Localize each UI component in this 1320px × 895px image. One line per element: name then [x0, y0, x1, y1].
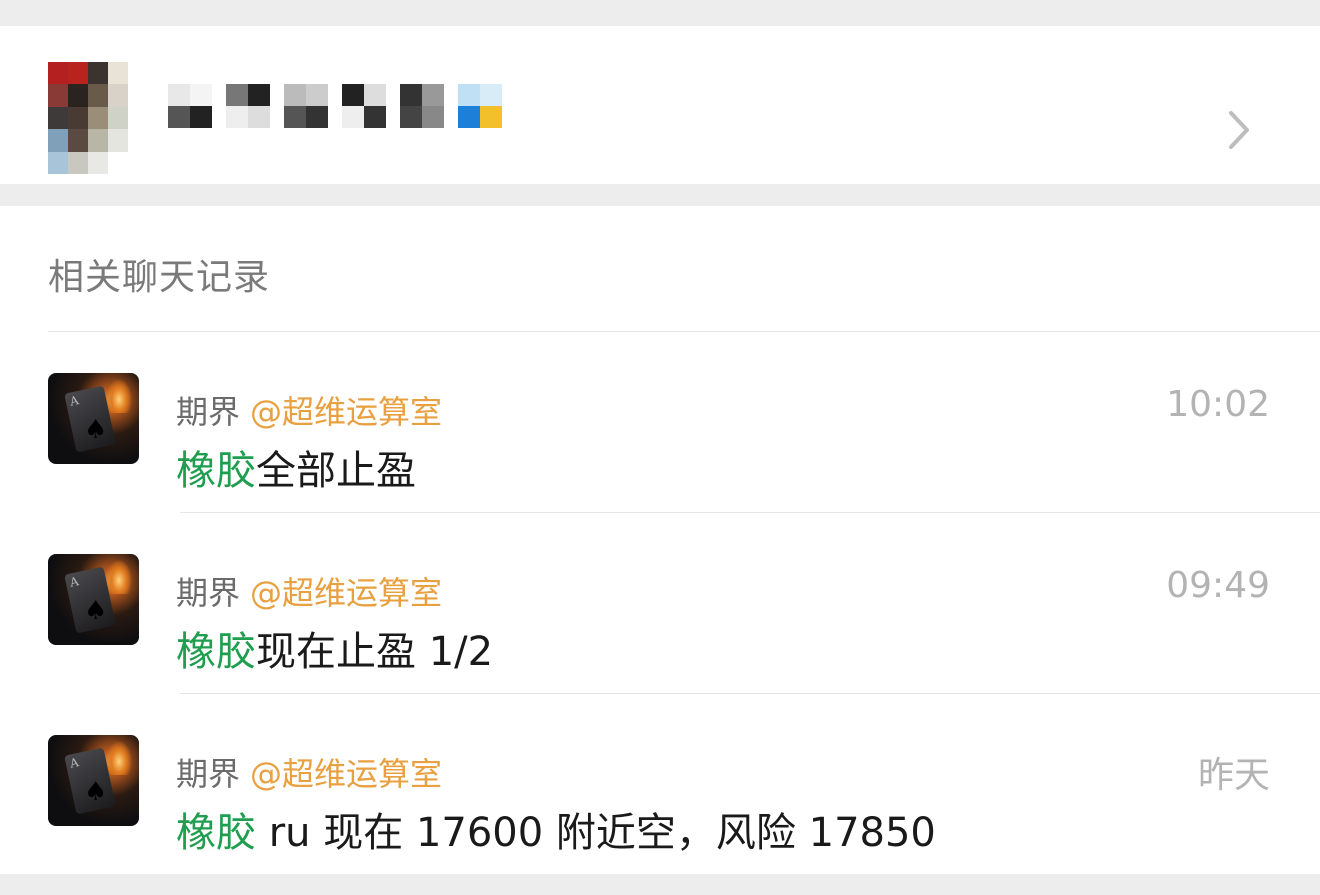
message-content: ru 现在 17600 附近空，风险 17850 [256, 810, 936, 856]
message-sender: 期界 @超维运算室 [176, 387, 442, 433]
message-text: 橡胶 ru 现在 17600 附近空，风险 17850 [176, 800, 936, 858]
chat-record-item[interactable]: ♠ 期界@超维运算室 09:49 橡胶现在止盈 1/2 [0, 513, 1320, 694]
message-sender: 期界 @超维运算室 [176, 568, 442, 614]
group-avatar [48, 62, 148, 174]
mention: @超维运算室 [250, 574, 443, 612]
group-name-redacted [168, 84, 502, 128]
avatar: ♠ [48, 554, 139, 645]
message-time: 昨天 [1197, 755, 1270, 796]
message-sender: 期界 @超维运算室 [176, 749, 442, 795]
message-content: 全部止盈 [256, 448, 416, 494]
avatar: ♠ [48, 373, 139, 464]
chevron-right-icon [1229, 111, 1249, 149]
highlighted-keyword: 橡胶 [176, 448, 256, 494]
chat-record-item[interactable]: ♠ 期界@超维运算室 10:02 橡胶全部止盈 [0, 332, 1320, 513]
avatar: ♠ [48, 735, 139, 826]
mention: @超维运算室 [250, 755, 443, 793]
message-text: 橡胶全部止盈 [176, 438, 416, 496]
message-content: 现在止盈 1/2 [256, 629, 494, 675]
related-chat-records: 相关聊天记录 ♠ 期界@超维运算室 10:02 橡胶全部止盈 ♠ 期界@超维运算… [0, 206, 1320, 874]
message-text: 橡胶现在止盈 1/2 [176, 619, 493, 677]
sender-name: 期界 [176, 393, 241, 431]
mention: @超维运算室 [250, 393, 443, 431]
sender-name: 期界 [176, 755, 241, 793]
highlighted-keyword: 橡胶 [176, 810, 256, 856]
message-time: 10:02 [1166, 384, 1270, 425]
message-time: 09:49 [1166, 565, 1270, 606]
highlighted-keyword: 橡胶 [176, 629, 256, 675]
group-chat-header[interactable] [0, 26, 1320, 184]
sender-name: 期界 [176, 574, 241, 612]
section-title: 相关聊天记录 [48, 257, 271, 298]
chat-record-item[interactable]: ♠ 期界@超维运算室 昨天 橡胶 ru 现在 17600 附近空，风险 1785… [0, 694, 1320, 875]
